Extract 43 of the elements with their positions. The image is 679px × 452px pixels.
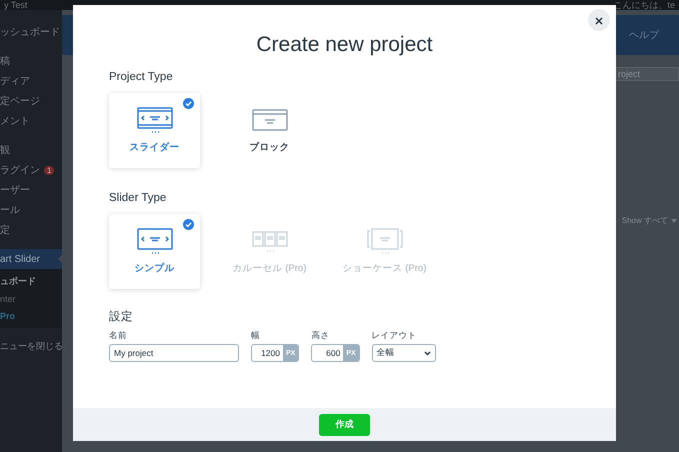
section-heading: Project Type: [109, 71, 174, 83]
chevron-down-icon: [424, 350, 431, 356]
filter-label[interactable]: Show すべて: [622, 215, 668, 226]
slider-icon: [136, 107, 172, 135]
sidebar-item[interactable]: ール: [0, 200, 62, 220]
sidebar-item[interactable]: 観: [0, 140, 62, 160]
showcase-icon: [366, 228, 402, 256]
collapse-menu-link[interactable]: ニューを閉じる: [0, 340, 62, 353]
sidebar-item[interactable]: 定ページ: [0, 91, 62, 111]
type-option[interactable]: シンプル: [109, 214, 200, 289]
sidebar-item[interactable]: 稿: [0, 51, 62, 71]
close-button[interactable]: [588, 9, 610, 31]
search-field[interactable]: roject: [613, 67, 679, 81]
dialog-title: Create new project: [255, 33, 434, 57]
layout-select[interactable]: 全幅: [372, 344, 436, 362]
name-field[interactable]: My project: [109, 344, 239, 362]
create-button[interactable]: 作成: [319, 414, 370, 436]
field-label: 高さ: [311, 330, 330, 342]
sidebar-item[interactable]: メント: [0, 111, 62, 131]
site-name[interactable]: y Test: [4, 0, 28, 10]
type-option[interactable]: ブロック: [224, 93, 315, 168]
caret-icon: [671, 218, 677, 222]
sidebar-item[interactable]: ーザー: [0, 180, 62, 200]
slider-icon: [136, 228, 172, 256]
sidebar-item[interactable]: ラグイン 1: [0, 160, 62, 180]
close-icon: [595, 16, 603, 24]
section-heading: 設定: [109, 310, 134, 324]
section-heading: Slider Type: [109, 192, 168, 204]
field-label: レイアウト: [372, 330, 418, 342]
sidebar-item[interactable]: ッシュボード: [0, 22, 62, 42]
type-option[interactable]: スライダー: [109, 93, 200, 168]
submenu-item[interactable]: Pro: [0, 307, 62, 324]
field-label: 名前: [109, 330, 128, 342]
submenu-item[interactable]: nter: [0, 290, 62, 307]
field-label: 幅: [251, 330, 261, 342]
help-tab[interactable]: ヘルプ: [629, 28, 659, 42]
sidebar-item[interactable]: art Slider: [0, 249, 62, 269]
submenu-item[interactable]: ュボード: [0, 273, 62, 290]
count-badge: 1: [44, 166, 54, 174]
sidebar-item[interactable]: 定: [0, 220, 62, 240]
sidebar-item[interactable]: ディア: [0, 71, 62, 91]
check-icon: [183, 219, 194, 230]
check-icon: [183, 98, 194, 109]
